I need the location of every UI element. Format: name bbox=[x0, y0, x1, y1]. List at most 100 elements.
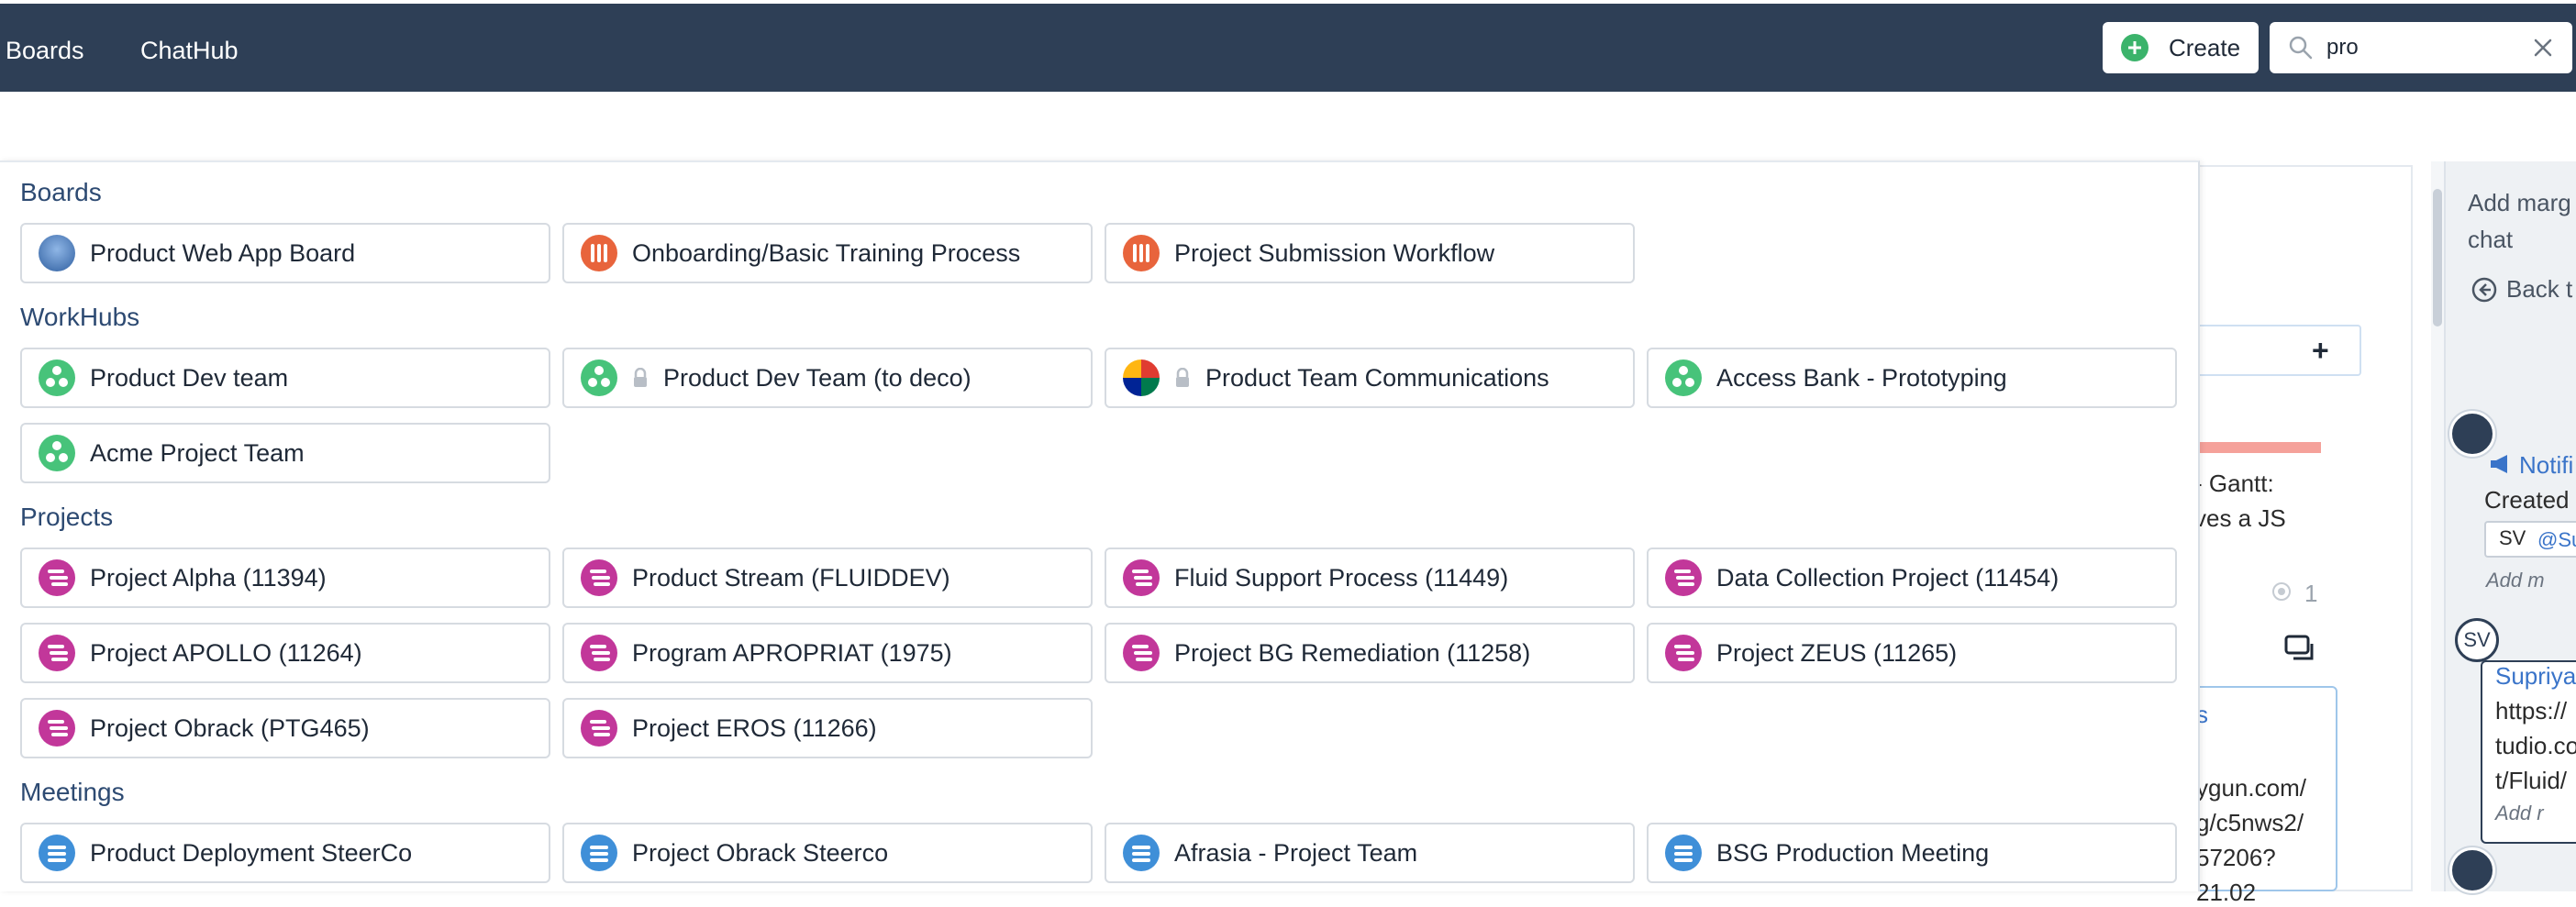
project-icon bbox=[1123, 559, 1160, 596]
result-project[interactable]: Project Alpha (11394) bbox=[20, 548, 550, 608]
result-label: Product Stream (FLUIDDEV) bbox=[632, 563, 950, 592]
result-project[interactable]: Project ZEUS (11265) bbox=[1647, 623, 2177, 683]
created-text: Created bbox=[2484, 486, 2570, 514]
workhub-people-icon bbox=[581, 359, 617, 396]
bot-avatar bbox=[2449, 411, 2495, 457]
result-project[interactable]: Project EROS (11266) bbox=[562, 698, 1093, 758]
workhub-people-icon bbox=[1665, 359, 1702, 396]
mention-initials: SV bbox=[2499, 526, 2526, 549]
meeting-icon bbox=[1665, 835, 1702, 871]
add-margin-link[interactable]: Add m bbox=[2486, 569, 2545, 592]
result-label: Program APROPRIAT (1975) bbox=[632, 638, 952, 667]
result-project[interactable]: Program APROPRIAT (1975) bbox=[562, 623, 1093, 683]
background-gantt-line-1: - Gantt: bbox=[2194, 470, 2274, 497]
lock-icon bbox=[634, 368, 647, 387]
result-meeting[interactable]: Afrasia - Project Team bbox=[1105, 823, 1635, 883]
result-workhub[interactable]: Product Dev team bbox=[20, 348, 550, 408]
result-label: BSG Production Meeting bbox=[1716, 838, 1990, 867]
background-url-line-4: 21.02 bbox=[2196, 879, 2257, 906]
result-project[interactable]: Project Obrack (PTG465) bbox=[20, 698, 550, 758]
result-label: Product Team Communications bbox=[1205, 363, 1549, 392]
process-board-icon bbox=[1123, 235, 1160, 271]
nav-chathub-link[interactable]: ChatHub bbox=[140, 37, 239, 65]
result-label: Data Collection Project (11454) bbox=[1716, 563, 2060, 592]
result-label: Fluid Support Process (11449) bbox=[1174, 563, 1509, 592]
background-scrollbar[interactable] bbox=[2431, 161, 2444, 891]
search-input[interactable] bbox=[2325, 34, 2512, 61]
bot-avatar-2 bbox=[2449, 847, 2495, 893]
mention-handle[interactable]: @Su bbox=[2537, 528, 2576, 552]
megaphone-icon bbox=[2491, 455, 2507, 473]
result-meeting[interactable]: Project Obrack Steerco bbox=[562, 823, 1093, 883]
result-label: Product Web App Board bbox=[90, 238, 356, 267]
project-icon bbox=[1665, 635, 1702, 671]
message-add-reply[interactable]: Add r bbox=[2495, 802, 2544, 825]
result-label: Project BG Remediation (11258) bbox=[1174, 638, 1531, 667]
chat-bubbles-icon[interactable] bbox=[2284, 635, 2317, 664]
result-label: Project Obrack (PTG465) bbox=[90, 713, 370, 742]
project-icon bbox=[39, 635, 75, 671]
result-board[interactable]: Onboarding/Basic Training Process bbox=[562, 223, 1093, 283]
section-title-projects: Projects bbox=[20, 503, 114, 531]
result-label: Product Dev team bbox=[90, 363, 289, 392]
background-url-line-1: ygun.com/ bbox=[2196, 774, 2306, 802]
background-gantt-line-2: ves a JS bbox=[2194, 504, 2286, 532]
nav-boards-link[interactable]: Boards bbox=[6, 37, 84, 65]
message-author[interactable]: Supriya bbox=[2495, 662, 2576, 691]
search-results-dropdown: Boards Product Web App Board Onboarding/… bbox=[0, 160, 2200, 891]
result-project[interactable]: Data Collection Project (11454) bbox=[1647, 548, 2177, 608]
result-project[interactable]: Project APOLLO (11264) bbox=[20, 623, 550, 683]
result-label: Project ZEUS (11265) bbox=[1716, 638, 1958, 667]
project-icon bbox=[1665, 559, 1702, 596]
result-label: Access Bank - Prototyping bbox=[1716, 363, 2007, 392]
result-label: Product Deployment SteerCo bbox=[90, 838, 413, 867]
background-add-plus-icon[interactable]: + bbox=[2312, 334, 2329, 368]
result-label: Project APOLLO (11264) bbox=[90, 638, 362, 667]
top-navigation-bar: Boards ChatHub Create bbox=[0, 0, 2576, 92]
result-meeting[interactable]: BSG Production Meeting bbox=[1647, 823, 2177, 883]
result-project[interactable]: Product Stream (FLUIDDEV) bbox=[562, 548, 1093, 608]
result-label: Project Alpha (11394) bbox=[90, 563, 327, 592]
create-button[interactable]: Create bbox=[2103, 22, 2259, 73]
project-icon bbox=[581, 635, 617, 671]
project-icon bbox=[581, 559, 617, 596]
meeting-icon bbox=[1123, 835, 1160, 871]
section-title-boards: Boards bbox=[20, 178, 102, 206]
background-progress-strip bbox=[2183, 442, 2321, 453]
result-workhub[interactable]: Access Bank - Prototyping bbox=[1647, 348, 2177, 408]
result-meeting[interactable]: Product Deployment SteerCo bbox=[20, 823, 550, 883]
workhub-people-icon bbox=[39, 435, 75, 471]
project-icon bbox=[581, 710, 617, 747]
flag-avatar-icon bbox=[1123, 359, 1160, 396]
background-url-line-3: 57206? bbox=[2196, 844, 2276, 871]
global-search-box[interactable] bbox=[2270, 22, 2572, 73]
add-margin-chat-line-2: chat bbox=[2468, 226, 2514, 253]
eye-icon bbox=[2272, 582, 2291, 601]
result-board[interactable]: Project Submission Workflow bbox=[1105, 223, 1635, 283]
create-button-label: Create bbox=[2169, 33, 2241, 61]
result-board[interactable]: Product Web App Board bbox=[20, 223, 550, 283]
result-label: Project EROS (11266) bbox=[632, 713, 877, 742]
result-label: Product Dev Team (to deco) bbox=[663, 363, 972, 392]
result-workhub[interactable]: Product Dev Team (to deco) bbox=[562, 348, 1093, 408]
message-link-line-1: https:// bbox=[2495, 697, 2568, 724]
result-label: Project Obrack Steerco bbox=[632, 838, 889, 867]
section-title-workhubs: WorkHubs bbox=[20, 303, 140, 331]
result-workhub[interactable]: Acme Project Team bbox=[20, 423, 550, 483]
clear-search-icon[interactable] bbox=[2532, 37, 2554, 59]
result-label: Afrasia - Project Team bbox=[1174, 838, 1418, 867]
back-link-label[interactable]: Back t bbox=[2506, 275, 2572, 304]
meeting-icon bbox=[39, 835, 75, 871]
result-project[interactable]: Fluid Support Process (11449) bbox=[1105, 548, 1635, 608]
background-url-line-2: g/c5nws2/ bbox=[2196, 809, 2304, 836]
message-link-line-3: t/Fluid/ bbox=[2495, 767, 2568, 794]
section-title-meetings: Meetings bbox=[20, 778, 125, 806]
background-view-count: 1 bbox=[2304, 580, 2318, 607]
back-arrow-icon[interactable] bbox=[2471, 277, 2497, 303]
project-icon bbox=[39, 559, 75, 596]
notification-title: Notifi bbox=[2519, 451, 2574, 479]
lock-icon bbox=[1176, 368, 1189, 387]
result-workhub[interactable]: Product Team Communications bbox=[1105, 348, 1635, 408]
result-project[interactable]: Project BG Remediation (11258) bbox=[1105, 623, 1635, 683]
search-icon bbox=[2289, 36, 2313, 60]
